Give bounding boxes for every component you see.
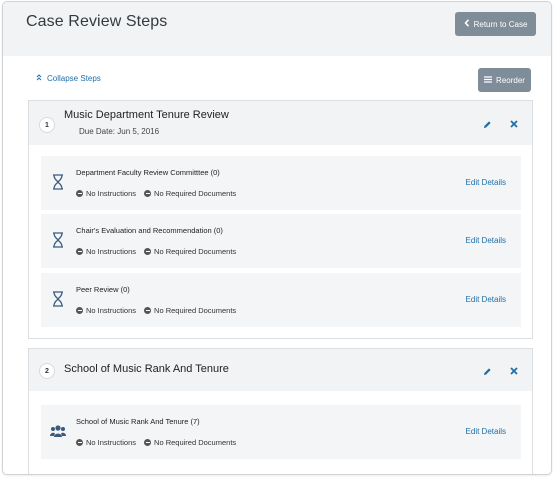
documents-status: No Required Documents: [154, 247, 237, 256]
minus-circle-icon: [76, 439, 83, 446]
group-icon: [50, 422, 66, 440]
chevrons-up-icon: [36, 74, 42, 83]
delete-x-icon[interactable]: [507, 117, 521, 131]
chevron-left-icon: [464, 19, 470, 29]
instructions-status: No Instructions: [86, 247, 137, 256]
step-title: School of Music Rank And Tenure: [64, 363, 229, 375]
minus-circle-icon: [76, 248, 83, 255]
substep-row: Chair's Evaluation and Recommendation (0…: [41, 214, 521, 268]
step-card-2: 2 School of Music Rank And Tenure School…: [28, 348, 533, 474]
edit-pencil-icon[interactable]: [480, 364, 494, 378]
hourglass-icon: [50, 290, 66, 308]
substep-meta: No Instructions No Required Documents: [76, 438, 244, 447]
edit-details-link[interactable]: Edit Details: [466, 427, 506, 436]
minus-circle-icon: [144, 248, 152, 255]
step-header: 1 Music Department Tenure Review Due Dat…: [29, 101, 532, 145]
edit-details-link[interactable]: Edit Details: [466, 178, 506, 187]
collapse-steps-link[interactable]: Collapse Steps: [36, 74, 101, 83]
step-number-badge: 1: [39, 117, 55, 133]
minus-circle-icon: [144, 190, 152, 197]
reorder-label: Reorder: [496, 75, 525, 85]
substep-meta: No Instructions No Required Documents: [76, 247, 244, 256]
page-title: Case Review Steps: [26, 13, 168, 30]
edit-details-link[interactable]: Edit Details: [466, 295, 506, 304]
minus-circle-icon: [76, 190, 83, 197]
edit-details-link[interactable]: Edit Details: [466, 236, 506, 245]
step-header: 2 School of Music Rank And Tenure: [29, 349, 532, 391]
return-to-case-label: Return to Case: [473, 19, 528, 29]
substep-row: Department Faculty Review Committtee (0)…: [41, 156, 521, 210]
documents-status: No Required Documents: [154, 306, 237, 315]
collapse-steps-label: Collapse Steps: [47, 74, 101, 83]
instructions-status: No Instructions: [86, 306, 137, 315]
step-due-date: Due Date: Jun 5, 2016: [79, 127, 160, 136]
substep-meta: No Instructions No Required Documents: [76, 306, 244, 315]
hourglass-icon: [50, 173, 66, 191]
step-number-badge: 2: [39, 363, 55, 379]
step-title: Music Department Tenure Review: [64, 109, 229, 121]
substep-row: School of Music Rank And Tenure (7) No I…: [41, 405, 521, 459]
substep-row: Peer Review (0) No Instructions No Requi…: [41, 273, 521, 327]
instructions-status: No Instructions: [86, 438, 137, 447]
hourglass-icon: [50, 231, 66, 249]
return-to-case-button[interactable]: Return to Case: [455, 12, 536, 36]
step-card-1: 1 Music Department Tenure Review Due Dat…: [28, 100, 533, 339]
edit-pencil-icon[interactable]: [480, 117, 494, 131]
minus-circle-icon: [76, 307, 83, 314]
instructions-status: No Instructions: [86, 189, 137, 198]
list-icon: [484, 75, 493, 85]
delete-x-icon[interactable]: [507, 364, 521, 378]
substep-title: Chair's Evaluation and Recommendation (0…: [76, 226, 223, 235]
documents-status: No Required Documents: [154, 438, 237, 447]
minus-circle-icon: [144, 439, 152, 446]
page-header: Case Review Steps Return to Case: [3, 2, 551, 56]
substep-title: School of Music Rank And Tenure (7): [76, 417, 200, 426]
substep-meta: No Instructions No Required Documents: [76, 189, 244, 198]
main-panel: Case Review Steps Return to Case Collaps…: [2, 1, 552, 475]
substep-title: Department Faculty Review Committtee (0): [76, 168, 220, 177]
documents-status: No Required Documents: [154, 189, 237, 198]
substep-title: Peer Review (0): [76, 285, 130, 294]
reorder-button[interactable]: Reorder: [478, 68, 531, 92]
minus-circle-icon: [144, 307, 152, 314]
